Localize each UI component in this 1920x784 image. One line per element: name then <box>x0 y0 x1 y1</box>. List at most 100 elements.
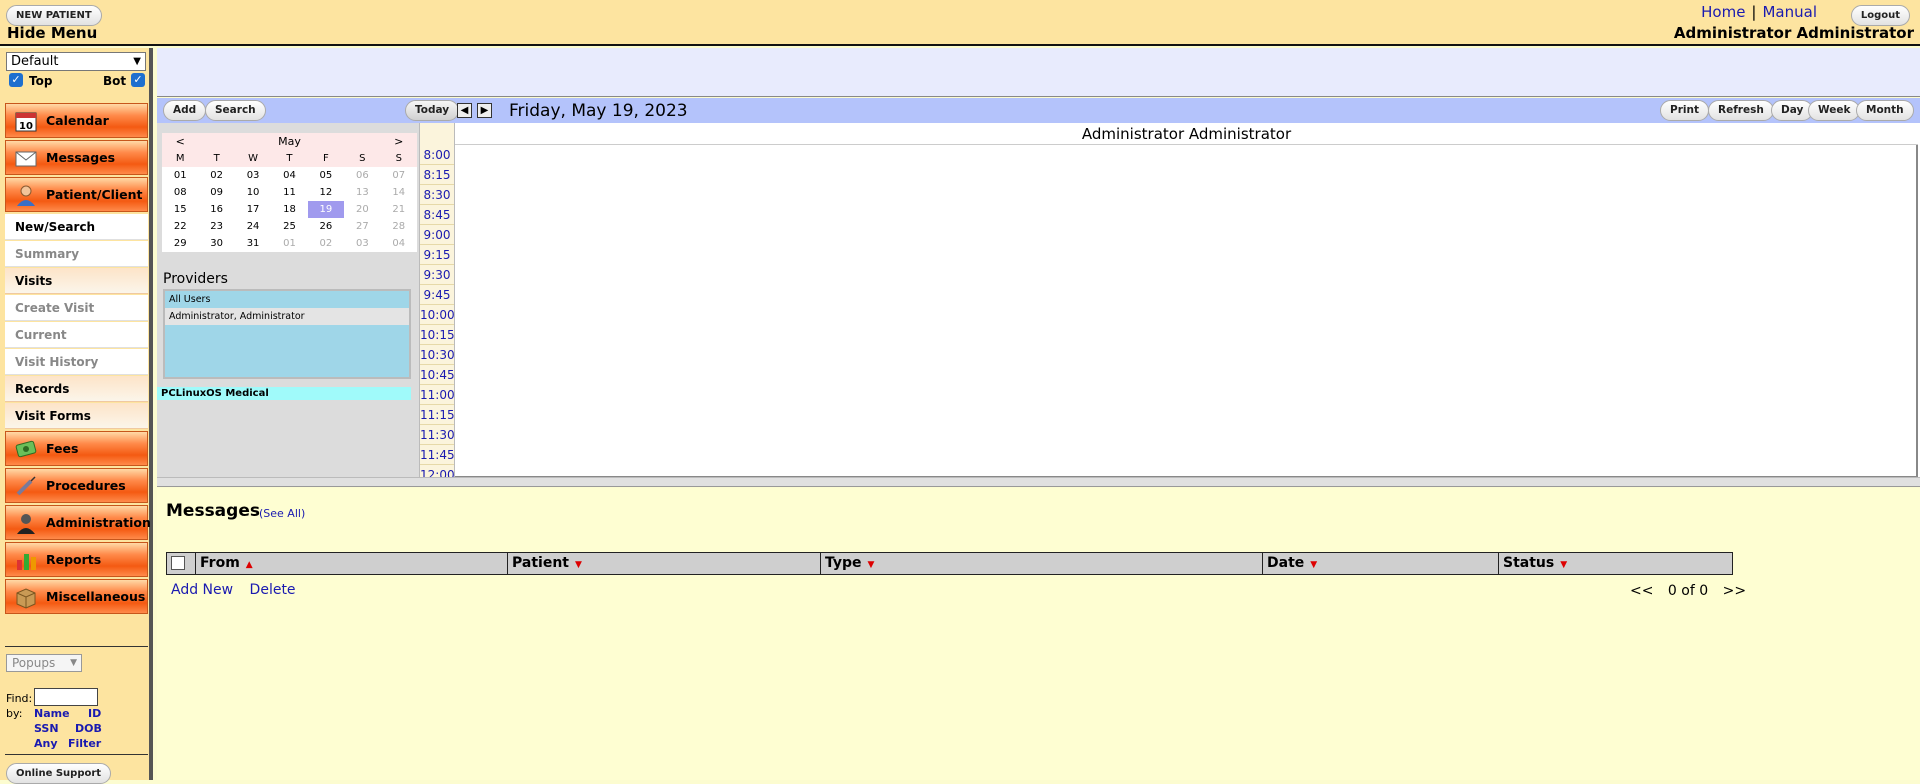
calendar-day[interactable]: 22 <box>162 218 198 235</box>
column-status[interactable]: Status ▼ <box>1499 553 1732 574</box>
calendar-day[interactable]: 04 <box>271 167 307 184</box>
calendar-day[interactable]: 28 <box>381 218 417 235</box>
column-from[interactable]: From ▲ <box>196 553 508 574</box>
provider-option-administrator[interactable]: Administrator, Administrator <box>165 308 409 325</box>
time-slot[interactable]: 8:45 <box>420 205 454 225</box>
column-type[interactable]: Type ▼ <box>821 553 1263 574</box>
time-slot[interactable]: 8:00 <box>420 145 454 165</box>
nav-calendar[interactable]: 10 Calendar <box>5 103 148 138</box>
time-slot[interactable]: 10:45 <box>420 365 455 385</box>
week-view-button[interactable]: Week <box>1808 100 1861 121</box>
top-checkbox[interactable]: ✓ <box>9 73 23 87</box>
provider-option-all-users[interactable]: All Users <box>165 291 409 308</box>
providers-list[interactable]: All Users Administrator, Administrator <box>163 289 411 379</box>
calendar-day[interactable]: 17 <box>235 201 271 218</box>
time-slot[interactable]: 11:30 <box>420 425 455 445</box>
nav-administration[interactable]: Administration <box>5 505 151 540</box>
nav-fees[interactable]: Fees <box>5 431 148 466</box>
day-view-button[interactable]: Day <box>1771 100 1814 121</box>
calendar-day[interactable]: 11 <box>271 184 307 201</box>
calendar-day[interactable]: 14 <box>381 184 417 201</box>
frame-splitter[interactable] <box>157 477 1920 487</box>
calendar-day[interactable]: 01 <box>271 235 307 252</box>
time-slot[interactable]: 10:15 <box>420 325 455 345</box>
calendar-day[interactable]: 12 <box>308 184 344 201</box>
calendar-day[interactable]: 08 <box>162 184 198 201</box>
refresh-button[interactable]: Refresh <box>1708 100 1774 121</box>
calendar-day[interactable]: 29 <box>162 235 198 252</box>
calendar-day[interactable]: 31 <box>235 235 271 252</box>
new-patient-button[interactable]: NEW PATIENT <box>6 5 102 26</box>
time-slot[interactable]: 9:45 <box>420 285 454 305</box>
find-by-dob[interactable]: DOB <box>75 722 102 735</box>
see-all-link[interactable]: (See All) <box>259 507 305 520</box>
month-view-button[interactable]: Month <box>1856 100 1914 121</box>
bot-checkbox[interactable]: ✓ <box>131 73 145 87</box>
time-slot[interactable]: 11:45 <box>420 445 455 465</box>
time-slot[interactable]: 8:30 <box>420 185 454 205</box>
manual-link[interactable]: Manual <box>1762 3 1817 21</box>
online-support-button[interactable]: Online Support <box>6 763 112 784</box>
nav-messages[interactable]: Messages <box>5 140 148 175</box>
today-button[interactable]: Today <box>405 100 460 121</box>
time-slot[interactable]: 10:00 <box>420 305 455 325</box>
calendar-day[interactable]: 04 <box>381 235 417 252</box>
calendar-day[interactable]: 24 <box>235 218 271 235</box>
arrow-left-icon[interactable]: ◀ <box>457 103 472 118</box>
calendar-day[interactable]: 02 <box>308 235 344 252</box>
find-by-id[interactable]: ID <box>88 707 101 720</box>
calendar-day[interactable]: 18 <box>271 201 307 218</box>
time-slot[interactable]: 9:30 <box>420 265 454 285</box>
calendar-day[interactable]: 02 <box>198 167 234 184</box>
calendar-day[interactable]: 13 <box>344 184 380 201</box>
nav-procedures[interactable]: Procedures <box>5 468 148 503</box>
hide-menu-link[interactable]: Hide Menu <box>7 24 97 42</box>
calendar-day[interactable]: 21 <box>381 201 417 218</box>
column-date[interactable]: Date ▼ <box>1263 553 1499 574</box>
time-slot[interactable]: 9:15 <box>420 245 454 265</box>
calendar-day[interactable]: 09 <box>198 184 234 201</box>
time-slot[interactable]: 9:00 <box>420 225 454 245</box>
nav-summary[interactable]: Summary <box>5 241 148 267</box>
calendar-day[interactable]: 03 <box>235 167 271 184</box>
calendar-day[interactable]: 25 <box>271 218 307 235</box>
view-select[interactable]: Default ▼ <box>6 52 146 71</box>
calendar-day[interactable]: 23 <box>198 218 234 235</box>
select-all-checkbox[interactable] <box>171 556 185 570</box>
calendar-day[interactable]: 01 <box>162 167 198 184</box>
calendar-day[interactable]: 05 <box>308 167 344 184</box>
nav-visit-history[interactable]: Visit History <box>5 349 148 375</box>
print-button[interactable]: Print <box>1660 100 1709 121</box>
calendar-day[interactable]: 16 <box>198 201 234 218</box>
calendar-day[interactable]: 03 <box>344 235 380 252</box>
nav-miscellaneous[interactable]: Miscellaneous <box>5 579 148 614</box>
time-slot[interactable]: 11:00 <box>420 385 455 405</box>
nav-patient-client[interactable]: Patient/Client <box>5 177 148 212</box>
popups-select[interactable]: Popups ▼ <box>6 654 82 672</box>
find-input[interactable] <box>34 688 98 706</box>
home-link[interactable]: Home <box>1701 3 1745 21</box>
nav-new-search[interactable]: New/Search <box>5 214 148 240</box>
find-by-any[interactable]: Any <box>34 737 58 750</box>
calendar-day[interactable]: 20 <box>344 201 380 218</box>
calendar-day[interactable]: 06 <box>344 167 380 184</box>
nav-current[interactable]: Current <box>5 322 148 348</box>
delete-message-link[interactable]: Delete <box>250 582 296 598</box>
find-by-name[interactable]: Name <box>34 707 70 720</box>
time-slot[interactable]: 11:15 <box>420 405 455 425</box>
nav-visit-forms[interactable]: Visit Forms <box>5 403 148 429</box>
calendar-day[interactable]: 27 <box>344 218 380 235</box>
mini-calendar-next[interactable]: > <box>380 133 417 150</box>
nav-reports[interactable]: Reports <box>5 542 148 577</box>
nav-visits[interactable]: Visits <box>5 268 148 294</box>
logout-button[interactable]: Logout <box>1850 5 1910 26</box>
arrow-right-icon[interactable]: ▶ <box>477 103 492 118</box>
search-appointment-button[interactable]: Search <box>205 100 266 121</box>
find-by-ssn[interactable]: SSN <box>34 722 59 735</box>
time-slot[interactable]: 8:15 <box>420 165 454 185</box>
pager-next[interactable]: >> <box>1723 583 1746 599</box>
time-slot[interactable]: 12:00 <box>420 465 455 477</box>
nav-create-visit[interactable]: Create Visit <box>5 295 148 321</box>
mini-calendar-prev[interactable]: < <box>162 133 199 150</box>
schedule-grid[interactable] <box>455 145 1918 477</box>
